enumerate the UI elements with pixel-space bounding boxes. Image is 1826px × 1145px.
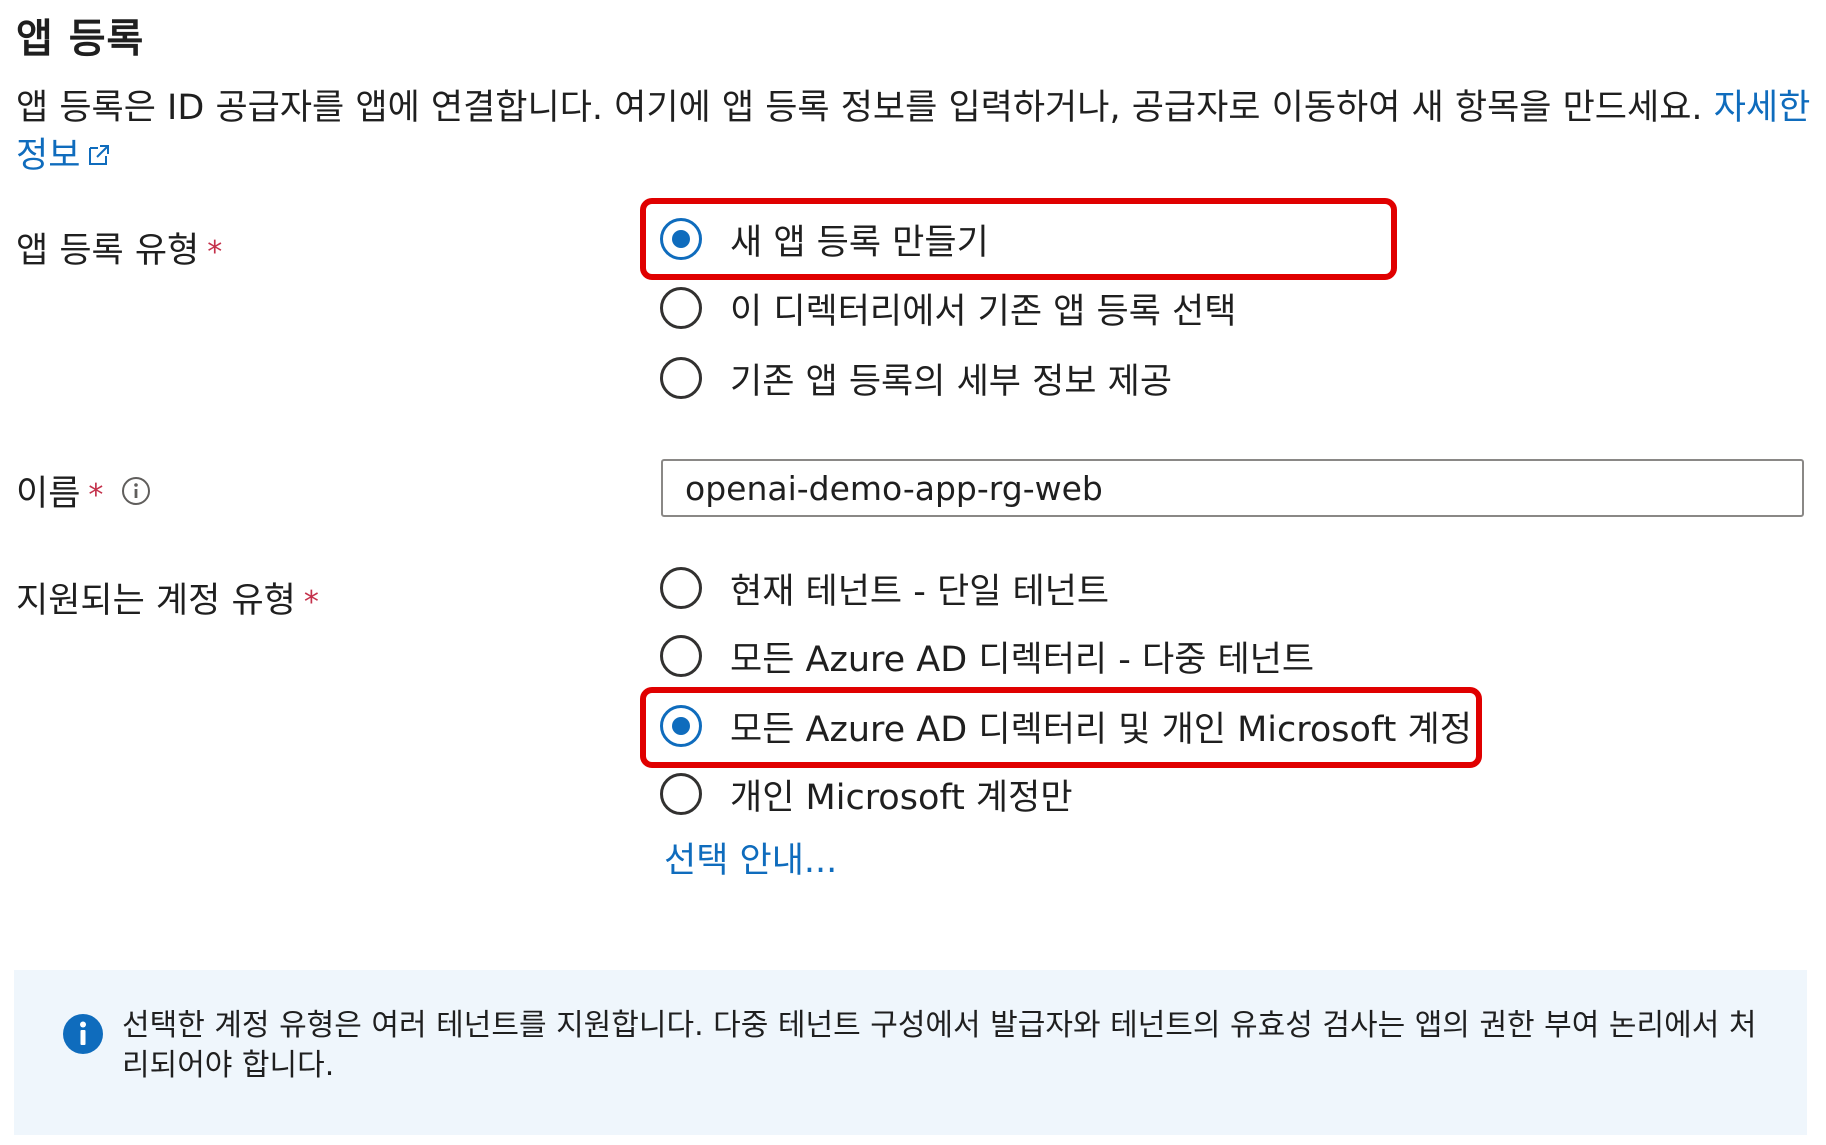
radio-label: 개인 Microsoft 계정만 xyxy=(730,777,1073,818)
radio-multi-tenant[interactable]: 모든 Azure AD 디렉터리 - 다중 테넌트 xyxy=(660,628,1314,684)
radio-unselected-icon[interactable] xyxy=(660,773,702,815)
radio-label: 현재 테넌트 - 단일 테넌트 xyxy=(730,571,1110,612)
radio-existing-app-registration[interactable]: 이 디렉터리에서 기존 앱 등록 선택 xyxy=(660,280,1236,336)
radio-label: 이 디렉터리에서 기존 앱 등록 선택 xyxy=(730,291,1237,332)
radio-personal-only[interactable]: 개인 Microsoft 계정만 xyxy=(660,766,1073,822)
required-marker: * xyxy=(207,235,223,270)
radio-label: 기존 앱 등록의 세부 정보 제공 xyxy=(730,361,1173,402)
radio-single-tenant[interactable]: 현재 테넌트 - 단일 테넌트 xyxy=(660,560,1109,616)
radio-unselected-icon[interactable] xyxy=(660,287,702,329)
supported-account-types-label: 지원되는 계정 유형 * xyxy=(16,581,319,621)
radio-unselected-icon[interactable] xyxy=(660,357,702,399)
name-label: 이름 * xyxy=(16,465,151,516)
help-me-choose-link[interactable]: 선택 안내... xyxy=(664,832,837,883)
app-registration-type-label: 앱 등록 유형 * xyxy=(16,231,223,271)
radio-selected-icon[interactable] xyxy=(660,705,702,747)
radio-selected-icon[interactable] xyxy=(660,218,702,260)
page-title: 앱 등록 xyxy=(16,16,145,62)
radio-label: 모든 Azure AD 디렉터리 및 개인 Microsoft 계정 xyxy=(730,709,1472,750)
radio-unselected-icon[interactable] xyxy=(660,635,702,677)
required-marker: * xyxy=(88,478,104,513)
name-input[interactable] xyxy=(661,459,1804,517)
page-description: 앱 등록은 ID 공급자를 앱에 연결합니다. 여기에 앱 등록 정보를 입력하… xyxy=(16,84,1816,181)
info-banner: 선택한 계정 유형은 여러 테넌트를 지원합니다. 다중 테넌트 구성에서 발급… xyxy=(14,970,1807,1135)
radio-unselected-icon[interactable] xyxy=(660,567,702,609)
radio-label: 모든 Azure AD 디렉터리 - 다중 테넌트 xyxy=(730,639,1315,680)
info-icon[interactable] xyxy=(121,475,151,515)
description-text: 앱 등록은 ID 공급자를 앱에 연결합니다. 여기에 앱 등록 정보를 입력하… xyxy=(16,88,1703,128)
required-marker: * xyxy=(303,585,319,620)
radio-multi-tenant-and-personal[interactable]: 모든 Azure AD 디렉터리 및 개인 Microsoft 계정 xyxy=(660,698,1472,754)
radio-new-app-registration[interactable]: 새 앱 등록 만들기 xyxy=(660,211,989,267)
info-banner-text: 선택한 계정 유형은 여러 테넌트를 지원합니다. 다중 테넌트 구성에서 발급… xyxy=(122,1008,1757,1083)
radio-label: 새 앱 등록 만들기 xyxy=(730,222,989,263)
external-link-icon xyxy=(86,133,112,181)
info-circle-icon xyxy=(62,1013,104,1059)
radio-existing-app-details[interactable]: 기존 앱 등록의 세부 정보 제공 xyxy=(660,350,1172,406)
